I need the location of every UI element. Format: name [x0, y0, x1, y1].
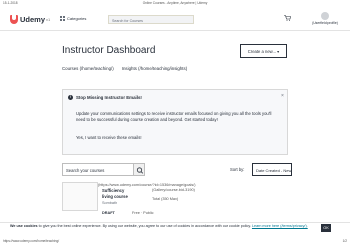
print-footer: https://www.udemy.com/home/teaching/ 1/2 — [3, 239, 347, 245]
top-navigation-bar: Udemy v1 Categories Search for Courses (… — [0, 10, 350, 31]
receive-emails-link[interactable]: Yes, I want to receive these emails! — [76, 135, 141, 140]
course-total: Total (350 Max) — [152, 197, 179, 201]
logo-version: v1 — [46, 17, 51, 22]
logo-text: Udemy — [20, 15, 46, 24]
close-icon[interactable]: × — [281, 93, 284, 99]
course-search-button[interactable] — [133, 163, 145, 176]
course-card[interactable]: (https://www.udemy.com/course/?id=1536/m… — [62, 182, 287, 222]
course-search-input[interactable]: Search your courses — [62, 163, 134, 176]
profile-label: (Userfield:profile) — [312, 21, 338, 25]
course-url[interactable]: (https://www.udemy.com/course/?id=1536/m… — [98, 183, 196, 187]
search-input[interactable]: Search for Courses — [108, 15, 194, 24]
instructor-emails-alert: ! Stop Missing Instructor Emails! × Upda… — [62, 89, 288, 155]
course-gallery-link: (Gallery/course.bid-3190) — [152, 188, 195, 192]
cookie-banner: We use cookies to give you the best onli… — [0, 222, 350, 234]
grid-icon — [60, 16, 65, 21]
cookie-text: to give you the best online experience. … — [37, 224, 251, 228]
create-new-button[interactable]: Create a new... ▾ — [240, 44, 287, 58]
dashboard-subnav: Courses (/home/teaching/) Insights (/hom… — [62, 66, 187, 71]
info-icon: ! — [68, 95, 73, 100]
cookie-ok-button[interactable]: OK — [321, 224, 331, 232]
udemy-logo[interactable]: Udemy v1 — [10, 14, 50, 25]
sort-by-label: Sort by: — [230, 167, 245, 172]
status-badge: DRAFT — [102, 211, 115, 215]
course-author: Sombath — [102, 201, 118, 205]
avatar — [321, 12, 329, 20]
course-visibility: Free · Public — [132, 211, 154, 215]
alert-title: Stop Missing Instructor Emails! — [76, 95, 142, 100]
search-icon — [136, 167, 144, 174]
subnav-insights-link[interactable]: Insights (/home/teaching/insights) — [122, 66, 187, 71]
print-page-number: 1/2 — [342, 239, 347, 243]
course-thumbnail — [62, 182, 98, 211]
subnav-courses-link[interactable]: Courses (/home/teaching/) — [62, 66, 114, 71]
shopping-cart-icon[interactable] — [284, 15, 291, 21]
print-header: 15-1-2018 Online Courses - Anytime, Anyw… — [3, 1, 347, 8]
udemy-logo-icon — [10, 15, 18, 24]
cookie-bold-text: We use cookies — [10, 224, 38, 228]
categories-label: Categories — [67, 16, 87, 21]
alert-body: Update your communications settings to r… — [76, 111, 272, 122]
print-title: Online Courses - Anytime, Anywhere | Ude… — [142, 1, 208, 5]
user-profile[interactable]: (Userfield:profile) — [307, 12, 343, 28]
categories-menu[interactable]: Categories — [60, 16, 86, 21]
cookie-learn-more-link[interactable]: Learn more here (/terms/privacy/). — [252, 224, 308, 228]
page-title: Instructor Dashboard — [62, 45, 156, 56]
print-url: https://www.udemy.com/home/teaching/ — [3, 239, 60, 243]
sort-select[interactable]: Date Created - Newest ▾ — [252, 163, 292, 176]
course-title[interactable]: Sufficiency living course — [102, 188, 128, 199]
